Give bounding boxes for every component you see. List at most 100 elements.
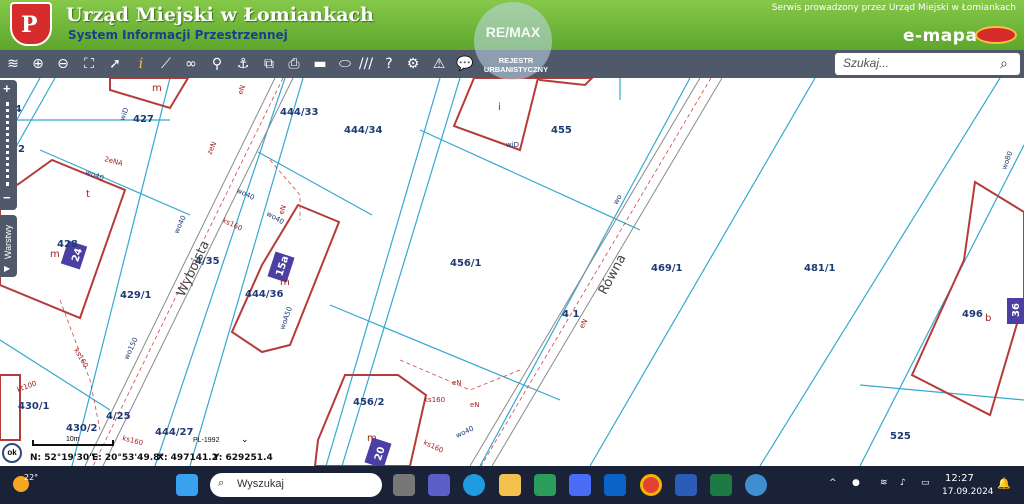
crs-select[interactable]: PL-1992 bbox=[193, 437, 219, 444]
help-icon[interactable]: /// bbox=[355, 53, 377, 75]
settings-icon[interactable]: ⚙ bbox=[402, 53, 424, 75]
teams-icon[interactable] bbox=[428, 474, 450, 496]
print-icon[interactable]: ⧉ bbox=[258, 53, 280, 75]
store-icon[interactable] bbox=[534, 474, 556, 496]
rejestr-label-1: REJESTR bbox=[498, 56, 534, 65]
road-lines bbox=[84, 78, 723, 466]
excel-icon[interactable] bbox=[710, 474, 732, 496]
info-icon[interactable]: i bbox=[130, 53, 152, 75]
util-wo40-b: wo40 bbox=[173, 214, 188, 235]
city-crest-icon: P bbox=[10, 2, 52, 46]
util-wo150: wo150 bbox=[123, 336, 140, 361]
ruler-icon[interactable]: ⟋ bbox=[155, 53, 177, 75]
parcel-430-1: 430/1 bbox=[18, 401, 50, 412]
parcel-2: 2 bbox=[18, 144, 25, 155]
scale-label: 10m bbox=[66, 436, 80, 443]
longitude: E: 20°53'49.8" bbox=[92, 453, 165, 463]
emapa-brand: e-mapa bbox=[903, 26, 978, 46]
taskbar-search-input[interactable]: ⌕ Wyszukaj bbox=[210, 473, 382, 497]
area-icon[interactable]: ▬ bbox=[309, 53, 331, 75]
task-view-icon[interactable] bbox=[393, 474, 415, 496]
zoom-in-icon[interactable]: ⊕ bbox=[27, 53, 49, 75]
app-icon[interactable] bbox=[569, 474, 591, 496]
hatch-icon[interactable]: ⬭ bbox=[334, 53, 356, 75]
zoom-out-icon[interactable]: ⊖ bbox=[52, 53, 74, 75]
layers-panel-toggle[interactable]: Warstwy ▶ bbox=[0, 215, 17, 277]
crs-dropdown-icon[interactable]: ⌄ bbox=[241, 434, 249, 445]
search-icon[interactable]: ⌕ bbox=[1000, 55, 1018, 73]
pin-icon[interactable]: ⚲ bbox=[206, 53, 228, 75]
util-en-b: eN bbox=[578, 318, 590, 330]
remax-label: RE/MAX bbox=[485, 24, 541, 40]
pointer-icon[interactable]: ➚ bbox=[104, 53, 126, 75]
rejestr-urbanistyczny-button[interactable]: REJESTR URBANISTYCZNY bbox=[470, 56, 562, 74]
table-icon[interactable]: ⎙ bbox=[283, 53, 305, 75]
zoom-slider[interactable]: + − bbox=[0, 80, 17, 210]
search-parcel-icon[interactable]: ⚓ bbox=[232, 53, 254, 75]
layers-icon[interactable]: ≋ bbox=[2, 53, 24, 75]
parcel-427: 427 bbox=[133, 114, 154, 125]
link-icon[interactable]: ∞ bbox=[180, 53, 202, 75]
lookup-icon[interactable]: ? bbox=[378, 53, 400, 75]
zoom-extent-icon[interactable]: ⛶ bbox=[78, 53, 100, 75]
parcel-428: 428 bbox=[57, 239, 78, 250]
file-explorer-icon[interactable] bbox=[499, 474, 521, 496]
street-wyboista: Wyboista bbox=[174, 239, 213, 300]
util-zen: zeN bbox=[206, 140, 219, 155]
emapa-logo-icon bbox=[975, 26, 1017, 44]
zoom-plus-icon[interactable]: + bbox=[3, 81, 11, 96]
search-input[interactable]: Szukaj... bbox=[835, 53, 1020, 75]
util-ks160-e: ks160 bbox=[422, 439, 444, 455]
parcel-430-2: 430/2 bbox=[66, 423, 98, 434]
start-icon[interactable] bbox=[176, 474, 198, 496]
parcel-4-25: 4/25 bbox=[106, 411, 131, 422]
wifi-icon[interactable]: ≋ bbox=[880, 478, 888, 488]
parcel-525: 525 bbox=[890, 431, 911, 442]
house-number-36: 36 bbox=[1011, 303, 1022, 317]
util-woa50: woA50 bbox=[278, 306, 294, 331]
coord-y: Y: 629251.4 bbox=[213, 453, 273, 463]
clock-date[interactable]: 17.09.2024 bbox=[942, 487, 994, 497]
latitude: N: 52°19'30" bbox=[30, 453, 94, 463]
util-ks160-d: ks160 bbox=[121, 434, 143, 447]
temperature: 22° bbox=[24, 473, 39, 482]
chrome-icon[interactable] bbox=[640, 474, 662, 496]
parcel-456-2: 456/2 bbox=[353, 397, 385, 408]
building-mark-m4: m bbox=[367, 433, 377, 444]
map-canvas[interactable]: 24 15a 36 20 427 444/34 455 444/33 5/4 2… bbox=[0, 78, 1024, 466]
parcel-469-1: 469/1 bbox=[651, 263, 683, 274]
util-wo40-e: wo40 bbox=[454, 425, 475, 440]
vpn-icon[interactable] bbox=[745, 474, 767, 496]
zoom-track[interactable] bbox=[6, 102, 10, 186]
word-icon[interactable] bbox=[675, 474, 697, 496]
battery-icon[interactable]: ▭ bbox=[921, 478, 930, 488]
util-wo40-a: wo40 bbox=[84, 168, 105, 182]
outlook-icon[interactable] bbox=[604, 474, 626, 496]
crest-glyph: P bbox=[21, 12, 38, 38]
edge-icon[interactable] bbox=[463, 474, 485, 496]
tray-chevron-icon[interactable]: ^ bbox=[829, 478, 837, 488]
parcel-444-34: 444/34 bbox=[344, 125, 382, 136]
notification-bell-icon[interactable]: 🔔 bbox=[997, 477, 1011, 490]
clock-time[interactable]: 12:27 bbox=[945, 473, 974, 484]
ok-button[interactable]: ok bbox=[2, 443, 22, 463]
util-ks160-b: ks160 bbox=[72, 347, 89, 369]
parcel-lines bbox=[0, 78, 1024, 466]
parcel-444-33: 444/33 bbox=[280, 107, 318, 118]
parcel-429-1: 429/1 bbox=[120, 290, 152, 301]
util-zena: 2eNA bbox=[103, 155, 123, 168]
util-wo40-c: wo40 bbox=[235, 187, 256, 202]
util-en-1: eN bbox=[277, 204, 288, 216]
taskbar-search-placeholder: Wyszukaj bbox=[237, 478, 284, 490]
windows-taskbar: 22° ⌕ Wyszukaj ^ ● ≋ ♪ ▭ 12:27 17.09.202… bbox=[0, 466, 1024, 504]
parcel-481-1: 481/1 bbox=[804, 263, 836, 274]
util-en-a: eN bbox=[236, 84, 247, 96]
parcel-455: 455 bbox=[551, 125, 572, 136]
zoom-minus-icon[interactable]: − bbox=[3, 190, 11, 205]
app-title: Urząd Miejski w Łomiankach bbox=[66, 4, 374, 26]
warning-icon[interactable]: ⚠ bbox=[428, 53, 450, 75]
tray-network-icon[interactable]: ● bbox=[852, 478, 860, 488]
parcel-496: 496 bbox=[962, 309, 983, 320]
map-svg: 24 15a 36 20 427 444/34 455 444/33 5/4 2… bbox=[0, 78, 1024, 466]
volume-icon[interactable]: ♪ bbox=[900, 478, 906, 488]
